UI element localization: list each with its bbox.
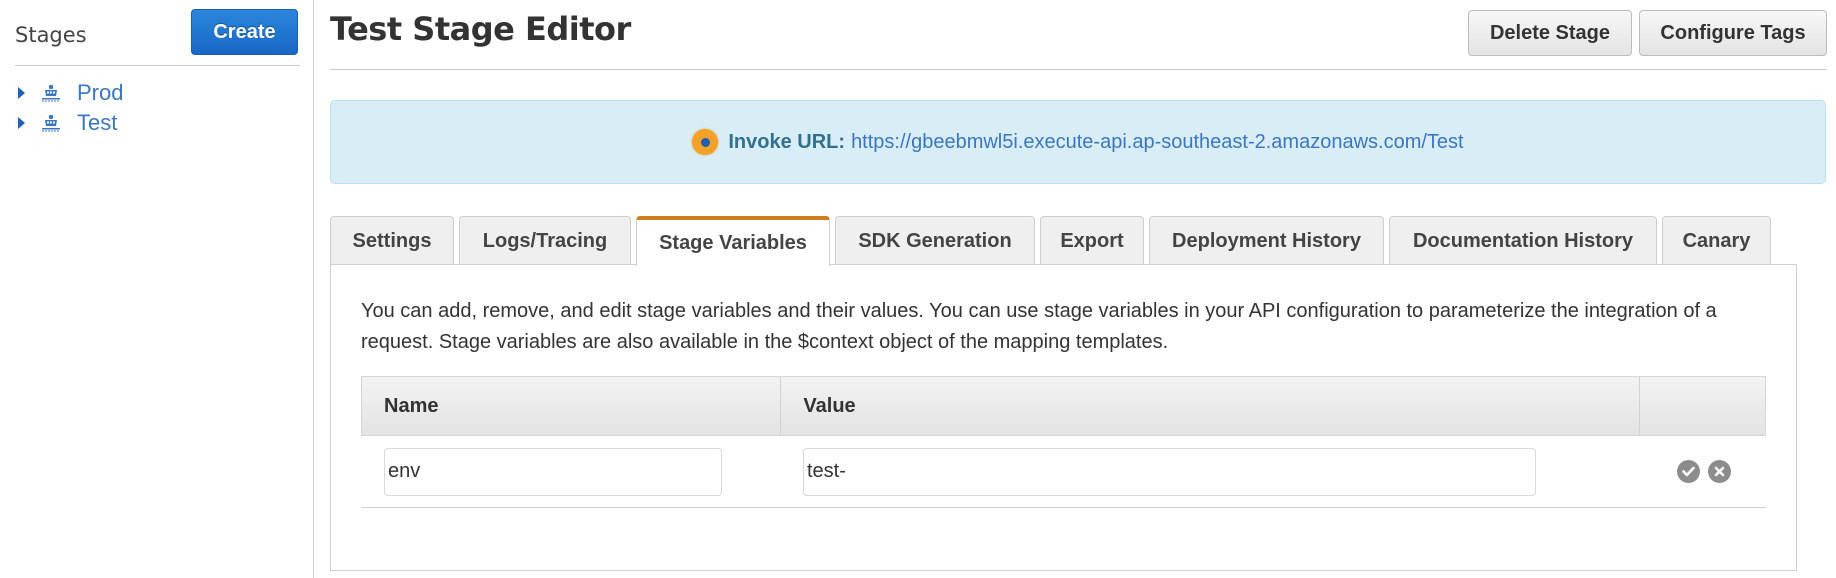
variable-name-input[interactable] — [384, 447, 722, 496]
table-row — [361, 436, 1766, 508]
tab-settings[interactable]: Settings — [330, 216, 454, 265]
tab-canary[interactable]: Canary — [1662, 216, 1771, 265]
header-divider — [330, 69, 1827, 70]
column-header-actions — [1640, 377, 1765, 435]
stage-ship-icon — [42, 115, 60, 132]
tab-sdk-generation[interactable]: SDK Generation — [835, 216, 1035, 265]
value-cell — [781, 447, 1641, 496]
stage-variables-table: Name Value — [361, 376, 1766, 508]
column-header-name: Name — [362, 377, 782, 435]
stage-variables-description: You can add, remove, and edit stage vari… — [361, 300, 1717, 353]
tab-deployment-history[interactable]: Deployment History — [1149, 216, 1384, 265]
name-cell — [361, 447, 781, 496]
stage-editor-tabs: Settings Logs/Tracing Stage Variables SD… — [330, 215, 1776, 266]
cancel-x-icon[interactable] — [1708, 460, 1731, 483]
create-stage-button[interactable]: Create — [191, 9, 298, 55]
actions-cell — [1641, 460, 1766, 483]
table-header: Name Value — [361, 376, 1766, 436]
stage-label[interactable]: Test — [77, 110, 117, 136]
column-header-value: Value — [781, 377, 1641, 435]
tab-stage-variables[interactable]: Stage Variables — [636, 216, 830, 266]
invoke-url-banner: Invoke URL: https://gbeebmwl5i.execute-a… — [330, 100, 1826, 184]
target-icon — [692, 129, 719, 155]
confirm-check-icon[interactable] — [1677, 460, 1700, 483]
variable-value-input[interactable] — [803, 447, 1536, 496]
expand-caret-icon[interactable] — [18, 87, 25, 99]
stages-sidebar: Stages Create Prod Test — [0, 0, 314, 578]
stage-tree-item-prod[interactable]: Prod — [18, 78, 123, 108]
tab-export[interactable]: Export — [1040, 216, 1144, 265]
tab-documentation-history[interactable]: Documentation History — [1389, 216, 1657, 265]
stage-ship-icon — [42, 85, 60, 102]
page-title: Test Stage Editor — [330, 10, 631, 48]
stage-tree-item-test[interactable]: Test — [18, 108, 123, 138]
configure-tags-button[interactable]: Configure Tags — [1639, 10, 1827, 56]
expand-caret-icon[interactable] — [18, 117, 25, 129]
sidebar-title: Stages — [15, 23, 87, 47]
stage-label[interactable]: Prod — [77, 80, 123, 106]
invoke-url-label: Invoke URL: — [728, 130, 846, 153]
stage-tree: Prod Test — [18, 78, 123, 138]
tab-logs-tracing[interactable]: Logs/Tracing — [459, 216, 631, 265]
delete-stage-button[interactable]: Delete Stage — [1468, 10, 1632, 56]
invoke-url-link[interactable]: https://gbeebmwl5i.execute-api.ap-southe… — [851, 131, 1464, 154]
sidebar-divider — [15, 65, 300, 66]
